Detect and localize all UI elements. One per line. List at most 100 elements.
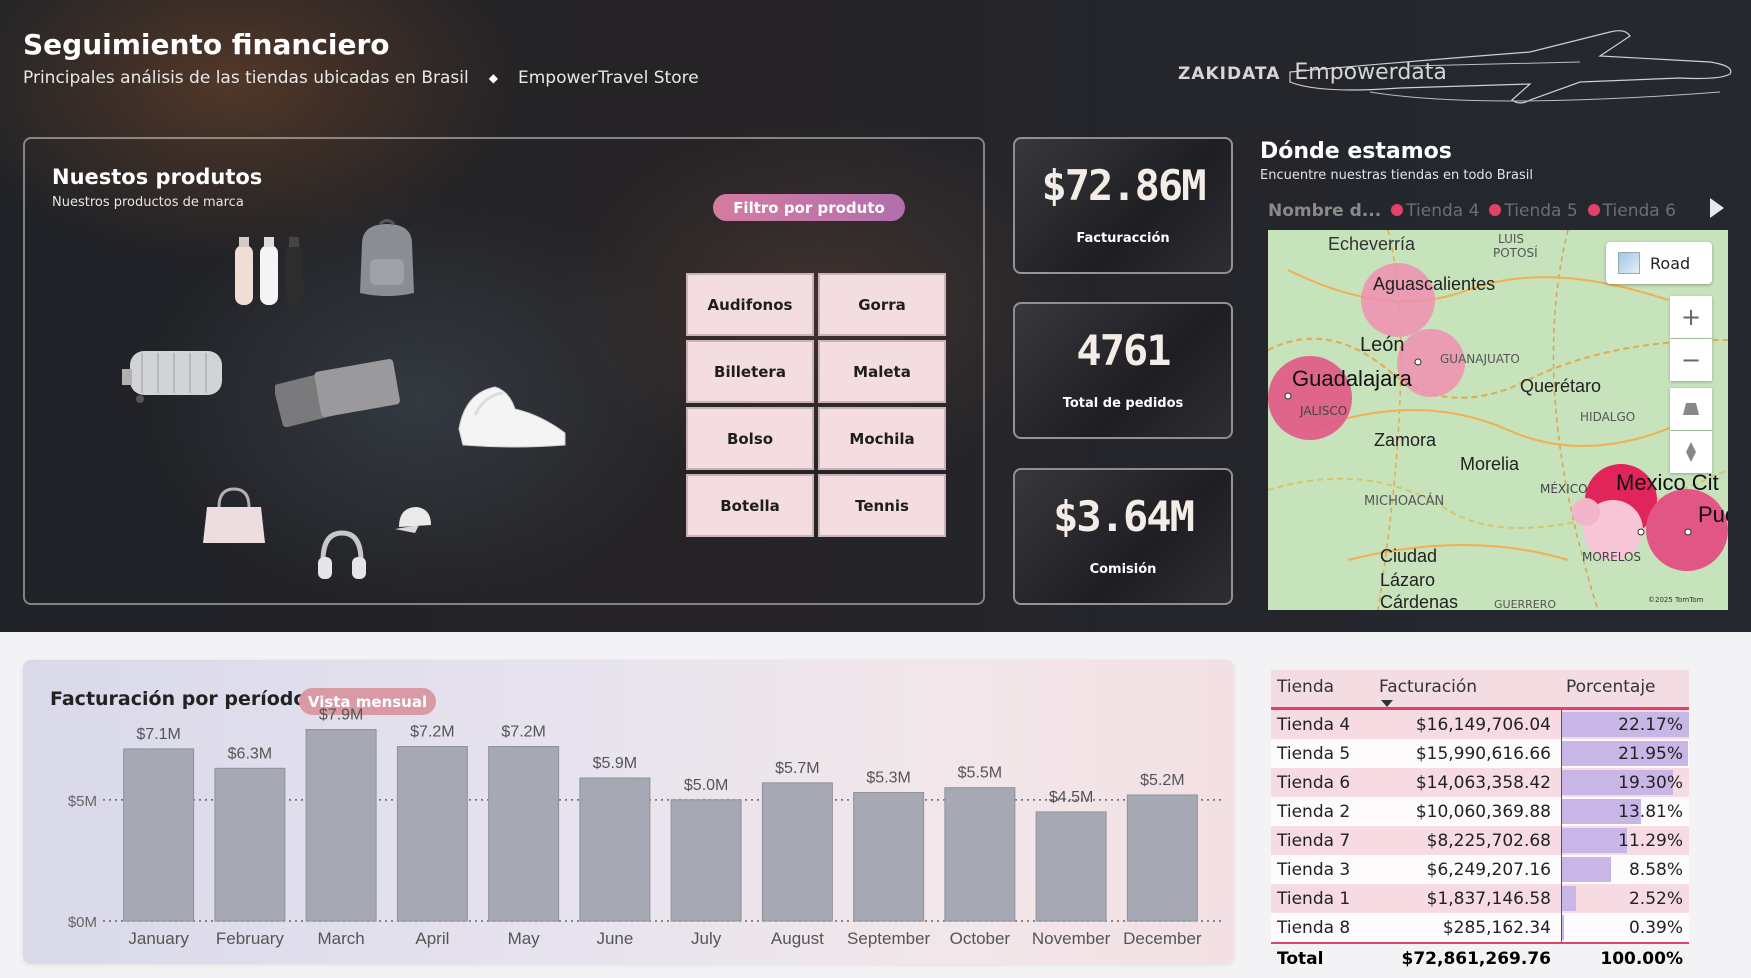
table-row[interactable]: Tienda 5 $15,990,616.66 21.95% [1271,739,1689,768]
legend-header: Nombre d... [1268,201,1382,221]
filter-button-mochila[interactable]: Mochila [818,407,946,470]
table-row[interactable]: Tienda 1 $1,837,146.58 2.52% [1271,884,1689,913]
cell-store: Tienda 4 [1277,714,1351,735]
map-label: MÉXICO [1540,482,1588,496]
map-label: León [1360,334,1405,356]
product-filter-grid: Audifonos Gorra Billetera Maleta Bolso M… [686,273,946,537]
compass-icon[interactable] [1670,431,1712,473]
table-header: Tienda Facturación Porcentaje [1271,670,1689,710]
x-tick-label: May [508,929,541,948]
tilt-icon[interactable] [1670,388,1712,430]
logo-zakidata: ZAKIDATA [1178,64,1281,84]
table-row[interactable]: Tienda 8 $285,162.34 0.39% [1271,913,1689,942]
table-row[interactable]: Tienda 2 $10,060,369.88 13.81% [1271,797,1689,826]
map-credit: ©2025 TomTom [1648,596,1704,604]
filter-button-tennis[interactable]: Tennis [818,474,946,537]
legend-item-tienda-4[interactable]: Tienda 4 [1391,201,1479,221]
percentage-text: 22.17% [1618,714,1683,735]
zoom-out-icon[interactable]: − [1670,339,1712,381]
sort-descending-icon [1381,700,1393,707]
total-label: Total [1277,948,1324,969]
filter-button-gorra[interactable]: Gorra [818,273,946,336]
filter-button-billetera[interactable]: Billetera [686,340,814,403]
cap-image [395,507,431,533]
column-header-facturacion[interactable]: Facturación [1379,670,1561,707]
map-label: Aguascalientes [1373,274,1496,294]
map-label: JALISCO [1300,404,1348,418]
column-header-porcentaje[interactable]: Porcentaje [1561,670,1689,707]
filter-button-maleta[interactable]: Maleta [818,340,946,403]
bar-november[interactable] [1035,811,1107,922]
store-map[interactable]: Echeverría LUIS POTOSÍ Aguascalientes Le… [1268,230,1728,610]
legend-item-label: Tienda 5 [1504,201,1578,221]
bar-data-label: $5.3M [866,770,910,787]
column-header-label: Facturación [1379,677,1478,697]
bar-october[interactable] [944,787,1016,922]
bar-data-label: $7.2M [501,724,545,741]
bar-data-label: $5.7M [775,760,819,777]
kpi-revenue-value: $72.86M [1041,161,1206,210]
legend-item-tienda-6[interactable]: Tienda 6 [1587,201,1676,221]
legend-next-arrow-icon[interactable] [1710,198,1724,218]
legend-item-tienda-5[interactable]: Tienda 5 [1489,201,1578,221]
wallets-image [275,359,400,427]
bar-december[interactable] [1126,794,1198,922]
bar-july[interactable] [670,799,742,922]
map-style-icon [1618,252,1640,274]
map-label: Lázaro [1380,570,1436,590]
map-title: Dónde estamos [1260,139,1452,164]
cell-percentage: 19.30% [1561,768,1689,797]
bar-data-label: $4.5M [1049,789,1093,806]
map-label: Querétaro [1520,376,1602,396]
table-row[interactable]: Tienda 7 $8,225,702.68 11.29% [1271,826,1689,855]
bar-may[interactable] [488,746,560,922]
map-label: Zamora [1374,430,1437,450]
bar-march[interactable] [305,729,377,922]
map-label: LUIS [1498,232,1525,246]
bar-august[interactable] [761,782,833,922]
filter-button-audifonos[interactable]: Audifonos [686,273,814,336]
kpi-commission-value: $3.64M [1053,492,1195,541]
percentage-text: 0.39% [1628,917,1683,938]
bar-february[interactable] [214,767,286,922]
zoom-in-icon[interactable]: + [1670,296,1712,338]
table-row[interactable]: Tienda 6 $14,063,358.42 19.30% [1271,768,1689,797]
table-row[interactable]: Tienda 3 $6,249,207.16 8.58% [1271,855,1689,884]
legend-dot-icon [1489,204,1502,216]
kpi-revenue-label: Facturacción [1076,231,1170,246]
cell-store: Tienda 2 [1277,801,1351,822]
filter-button-botella[interactable]: Botella [686,474,814,537]
revenue-by-period-panel: Facturación por período Vista mensual $0… [23,660,1234,964]
bar-data-label: $6.3M [228,745,272,762]
bar-data-label: $7.9M [319,707,363,724]
filter-button-bolso[interactable]: Bolso [686,407,814,470]
percentage-text: 21.95% [1618,743,1683,764]
percentage-data-bar [1562,886,1577,911]
table-row[interactable]: Tienda 4 $16,149,706.04 22.17% [1271,710,1689,739]
map-legend: Nombre d... Tienda 4 Tienda 5 Tienda 6 [1268,201,1676,221]
cell-revenue: $1,837,146.58 [1426,888,1551,909]
map-style-road-button[interactable]: Road [1606,242,1712,284]
x-tick-label: March [318,929,365,948]
bar-january[interactable] [123,748,195,922]
percentage-text: 2.52% [1628,888,1683,909]
column-header-tienda[interactable]: Tienda [1271,670,1379,707]
products-title: Nuestos produtos [52,165,263,189]
map-label: Guadalajara [1292,366,1412,391]
bar-april[interactable] [396,746,468,922]
cell-percentage: 0.39% [1561,913,1689,942]
x-tick-label: April [415,929,449,948]
handbag-image [203,487,265,543]
cell-revenue: $8,225,702.68 [1426,830,1551,851]
bar-september[interactable] [853,792,925,922]
bar-june[interactable] [579,777,651,922]
cell-revenue: $16,149,706.04 [1415,714,1551,735]
map-label: Ciudad [1380,546,1438,566]
products-panel: Nuestos produtos Nuestros productos de m… [23,137,985,605]
legend-item-label: Tienda 6 [1602,201,1676,221]
bottles-image [235,237,303,305]
x-tick-label: December [1123,929,1202,948]
table-body: Tienda 4 $16,149,706.04 22.17% Tienda 5 $15,… [1271,710,1689,942]
legend-dot-icon [1391,204,1404,216]
diamond-separator-icon: ◆ [488,71,498,85]
